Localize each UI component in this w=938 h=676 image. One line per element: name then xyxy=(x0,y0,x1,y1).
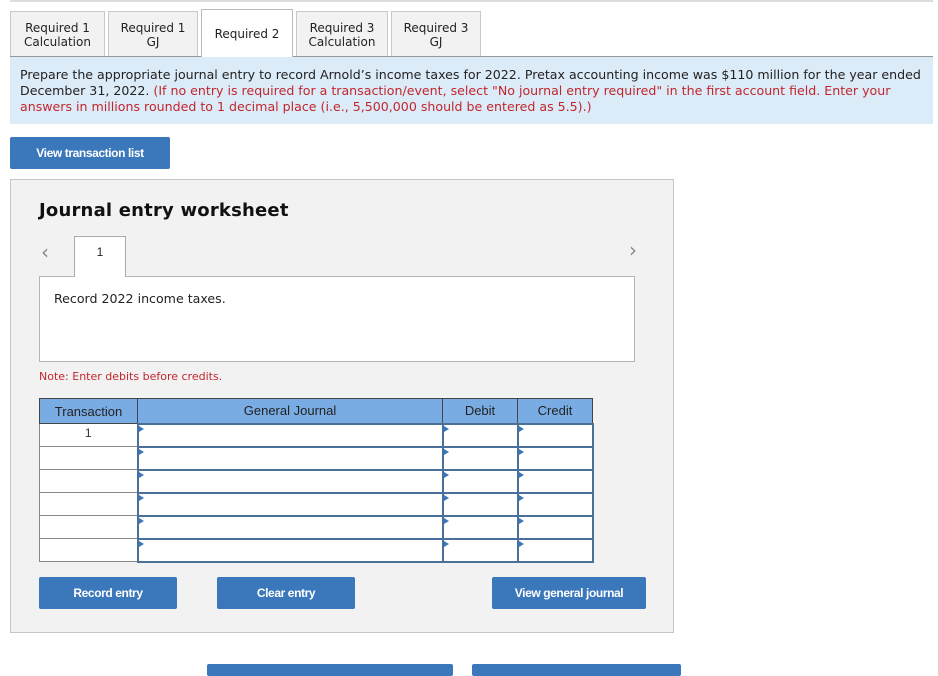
header-transaction: Transaction xyxy=(39,398,138,424)
bottom-nav-button-next[interactable] xyxy=(472,664,681,676)
table-row: 1 xyxy=(39,422,594,448)
tab-required-1-gj[interactable]: Required 1 GJ xyxy=(108,11,198,57)
debit-input[interactable] xyxy=(443,470,517,492)
debit-cell[interactable] xyxy=(441,468,519,494)
debit-input[interactable] xyxy=(443,516,517,538)
account-input[interactable] xyxy=(138,447,442,469)
journal-entry-worksheet: Journal entry worksheet ‹ › 1 Record 202… xyxy=(10,179,674,633)
table-row xyxy=(39,514,594,540)
account-input[interactable] xyxy=(138,539,442,561)
account-cell[interactable] xyxy=(136,537,444,563)
table-row xyxy=(39,491,594,517)
credit-input[interactable] xyxy=(518,539,592,561)
debit-input[interactable] xyxy=(443,424,517,446)
tab-required-3-gj[interactable]: Required 3 GJ xyxy=(391,11,481,57)
debit-input[interactable] xyxy=(443,447,517,469)
debit-input[interactable] xyxy=(443,493,517,515)
transaction-description-box: Record 2022 income taxes. xyxy=(39,276,635,362)
instructions-note: (If no entry is required for a transacti… xyxy=(20,83,891,114)
credit-cell[interactable] xyxy=(516,422,594,448)
table-row xyxy=(39,468,594,494)
account-cell[interactable] xyxy=(136,514,444,540)
credit-cell[interactable] xyxy=(516,491,594,517)
requirement-tabs: Required 1 Calculation Required 1 GJ Req… xyxy=(10,9,484,57)
account-cell[interactable] xyxy=(136,445,444,471)
debit-credit-note: Note: Enter debits before credits. xyxy=(39,370,223,383)
worksheet-title: Journal entry worksheet xyxy=(39,200,289,221)
account-input[interactable] xyxy=(138,424,442,446)
account-cell[interactable] xyxy=(136,422,444,448)
credit-input[interactable] xyxy=(518,470,592,492)
debit-cell[interactable] xyxy=(441,537,519,563)
top-divider xyxy=(10,0,933,2)
credit-input[interactable] xyxy=(518,493,592,515)
journal-table: Transaction General Journal Debit Credit… xyxy=(39,398,594,563)
header-general-journal: General Journal xyxy=(137,398,443,424)
transaction-cell xyxy=(39,515,138,539)
debit-cell[interactable] xyxy=(441,445,519,471)
credit-input[interactable] xyxy=(518,424,592,446)
instructions-panel: Prepare the appropriate journal entry to… xyxy=(10,57,933,124)
clear-entry-button[interactable]: Clear entry xyxy=(217,577,355,609)
credit-input[interactable] xyxy=(518,447,592,469)
table-row xyxy=(39,537,594,563)
account-cell[interactable] xyxy=(136,468,444,494)
credit-cell[interactable] xyxy=(516,537,594,563)
table-header-row: Transaction General Journal Debit Credit xyxy=(39,398,593,424)
debit-cell[interactable] xyxy=(441,514,519,540)
transaction-cell xyxy=(39,492,138,516)
transaction-cell xyxy=(39,538,138,562)
transaction-cell: 1 xyxy=(39,423,138,447)
debit-input[interactable] xyxy=(443,539,517,561)
debit-cell[interactable] xyxy=(441,422,519,448)
header-debit: Debit xyxy=(442,398,518,424)
debit-cell[interactable] xyxy=(441,491,519,517)
credit-cell[interactable] xyxy=(516,468,594,494)
chevron-left-icon[interactable]: ‹ xyxy=(41,240,49,264)
worksheet-tab-1[interactable]: 1 xyxy=(74,236,126,277)
account-cell[interactable] xyxy=(136,491,444,517)
transaction-description: Record 2022 income taxes. xyxy=(54,291,226,306)
tab-required-2[interactable]: Required 2 xyxy=(201,9,293,57)
tab-required-3-calculation[interactable]: Required 3 Calculation xyxy=(296,11,388,57)
account-input[interactable] xyxy=(138,516,442,538)
credit-cell[interactable] xyxy=(516,445,594,471)
table-row xyxy=(39,445,594,471)
tab-required-1-calculation[interactable]: Required 1 Calculation xyxy=(10,11,105,57)
transaction-cell xyxy=(39,446,138,470)
transaction-cell xyxy=(39,469,138,493)
credit-cell[interactable] xyxy=(516,514,594,540)
bottom-nav-button-prev[interactable] xyxy=(207,664,453,676)
credit-input[interactable] xyxy=(518,516,592,538)
view-general-journal-button[interactable]: View general journal xyxy=(492,577,646,609)
account-input[interactable] xyxy=(138,493,442,515)
header-credit: Credit xyxy=(517,398,593,424)
view-transaction-list-button[interactable]: View transaction list xyxy=(10,137,170,169)
chevron-right-icon[interactable]: › xyxy=(629,238,637,262)
account-input[interactable] xyxy=(138,470,442,492)
record-entry-button[interactable]: Record entry xyxy=(39,577,177,609)
